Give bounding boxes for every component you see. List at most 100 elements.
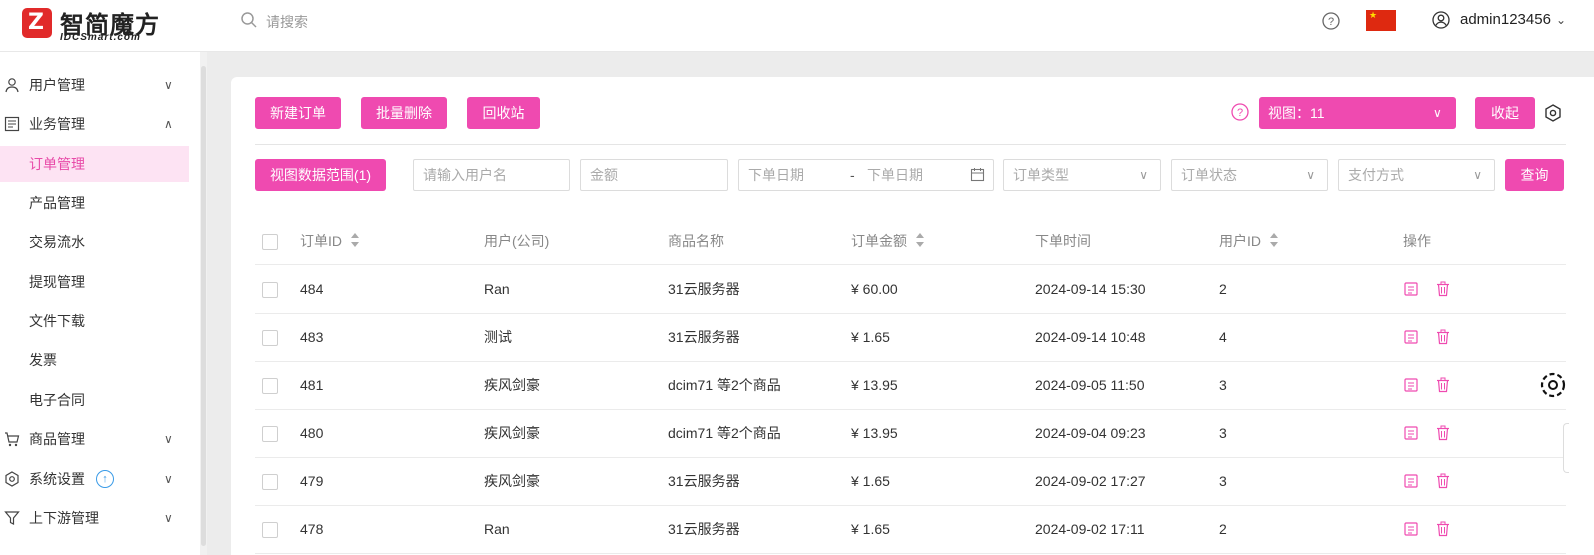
sidebar-item-label: 产品管理 [29,195,85,211]
sidebar-item-goods[interactable]: 商品管理 ∨ [0,421,189,457]
svg-text:?: ? [1237,107,1243,119]
sidebar-item-invoices[interactable]: 发票 [0,342,189,378]
user-cell: 疾风剑豪 [484,473,540,489]
edit-icon[interactable] [1403,329,1419,345]
product-cell: dcim71 等2个商品 [668,425,781,441]
product-cell: 31云服务器 [668,473,740,489]
chevron-down-icon: ∨ [1139,168,1148,182]
delete-icon[interactable] [1435,473,1451,489]
delete-icon[interactable] [1435,425,1451,441]
gear-icon[interactable] [1544,104,1562,122]
time-cell: 2024-09-14 15:30 [1035,281,1146,297]
table-header: 订单ID 用户(公司) 商品名称 订单金额 下单时间 用户ID 操作 [255,219,1566,265]
sidebar-item-contracts[interactable]: 电子合同 [0,382,189,418]
table-row: 478 Ran 31云服务器 ¥ 1.65 2024-09-02 17:11 2 [255,505,1566,554]
user-avatar-icon[interactable] [1432,11,1450,29]
order-status-placeholder: 订单状态 [1181,167,1237,183]
sidebar-item-downloads[interactable]: 文件下载 [0,303,189,339]
row-checkbox[interactable] [262,522,278,538]
row-checkbox[interactable] [262,474,278,490]
view-range-button[interactable]: 视图数据范围(1) [255,159,386,191]
side-drawer-tab[interactable] [1563,423,1569,473]
query-button[interactable]: 查询 [1505,159,1564,191]
collapse-button[interactable]: 收起 [1475,97,1535,129]
select-all-checkbox[interactable] [262,234,278,250]
chevron-down-icon[interactable]: ⌄ [1556,13,1566,27]
help-icon[interactable]: ? [1231,103,1249,121]
language-flag[interactable]: ★ [1366,10,1396,31]
chevron-down-icon: ∨ [1306,168,1315,182]
help-icon[interactable]: ? [1322,12,1340,30]
user-id-cell: 2 [1219,521,1227,537]
recycle-bin-button[interactable]: 回收站 [467,97,540,129]
order-status-select[interactable]: 订单状态 ∨ [1171,159,1328,191]
sidebar-scrollbar[interactable] [200,52,207,555]
payment-method-select[interactable]: 支付方式 ∨ [1338,159,1495,191]
delete-icon[interactable] [1435,329,1451,345]
chevron-up-icon: ∧ [164,117,173,131]
column-header: 下单时间 [1035,233,1091,249]
edit-icon[interactable] [1403,281,1419,297]
edit-icon[interactable] [1403,521,1419,537]
sidebar-item-label: 用户管理 [29,77,85,93]
date-end-placeholder: 下单日期 [867,167,923,183]
sidebar-item-products[interactable]: 产品管理 [0,185,189,221]
column-header[interactable]: 订单ID [300,219,360,264]
user-cell: 测试 [484,329,512,345]
search-input[interactable]: 请搜索 [266,12,308,32]
time-cell: 2024-09-04 09:23 [1035,425,1146,441]
row-checkbox[interactable] [262,282,278,298]
upgrade-arrow-icon[interactable]: ↑ [96,470,114,488]
sidebar-item-users[interactable]: 用户管理 ∨ [0,67,189,103]
chevron-down-icon: ∨ [1473,168,1482,182]
sidebar-item-label: 业务管理 [29,116,85,132]
date-range-picker[interactable]: 下单日期 - 下单日期 [738,159,994,191]
amount-cell: ¥ 13.95 [851,425,898,441]
batch-delete-button[interactable]: 批量删除 [361,97,447,129]
username-input[interactable]: 请输入用户名 [413,159,570,191]
order-id-cell: 484 [300,281,324,297]
user-id-cell: 3 [1219,425,1227,441]
order-id-cell: 479 [300,473,324,489]
edit-icon[interactable] [1403,473,1419,489]
row-checkbox[interactable] [262,330,278,346]
sidebar-item-label: 电子合同 [29,392,85,408]
product-cell: 31云服务器 [668,281,740,297]
delete-icon[interactable] [1435,377,1451,393]
sidebar-item-business[interactable]: 业务管理 ∧ [0,106,189,142]
row-checkbox[interactable] [262,378,278,394]
logo-subtext: IDCSmart.com [60,32,141,43]
amount-cell: ¥ 1.65 [851,521,890,537]
sidebar-item-upstream[interactable]: 上下游管理 ∨ [0,500,189,536]
logo-mark: Z [22,8,52,38]
top-header: Z 智简魔方 IDCSmart.com 请搜索 ? ★ admin123456 … [0,0,1594,52]
view-select[interactable]: 视图：11 ∨ [1259,97,1456,129]
row-checkbox[interactable] [262,426,278,442]
sidebar-item-withdrawals[interactable]: 提现管理 [0,264,189,300]
amount-input[interactable]: 金额 [580,159,728,191]
column-header: 商品名称 [668,233,724,249]
sidebar-item-settings[interactable]: 系统设置 ↑ ∨ [0,461,189,497]
search-icon[interactable] [240,11,258,29]
edit-icon[interactable] [1403,377,1419,393]
column-header[interactable]: 订单金额 [851,219,925,264]
logo[interactable]: Z 智简魔方 IDCSmart.com [20,5,170,45]
sidebar: 用户管理 ∨ 业务管理 ∧ 订单管理 产品管理 交易流水 提现管理 文件下载 发… [0,52,200,555]
floating-helper-icon[interactable] [1540,372,1566,398]
sidebar-item-label: 交易流水 [29,234,85,250]
table-row: 481 疾风剑豪 dcim71 等2个商品 ¥ 13.95 2024-09-05 11:… [255,361,1566,410]
username[interactable]: admin123456 [1460,11,1551,28]
product-cell: dcim71 等2个商品 [668,377,781,393]
payment-placeholder: 支付方式 [1348,167,1404,183]
sidebar-item-orders[interactable]: 订单管理 [0,146,189,182]
column-header[interactable]: 用户ID [1219,219,1279,264]
edit-icon[interactable] [1403,425,1419,441]
sidebar-item-transactions[interactable]: 交易流水 [0,224,189,260]
delete-icon[interactable] [1435,281,1451,297]
order-type-select[interactable]: 订单类型 ∨ [1003,159,1161,191]
delete-icon[interactable] [1435,521,1451,537]
date-separator: - [850,167,855,183]
date-start-placeholder: 下单日期 [748,167,804,183]
new-order-button[interactable]: 新建订单 [255,97,341,129]
time-cell: 2024-09-05 11:50 [1035,377,1145,393]
